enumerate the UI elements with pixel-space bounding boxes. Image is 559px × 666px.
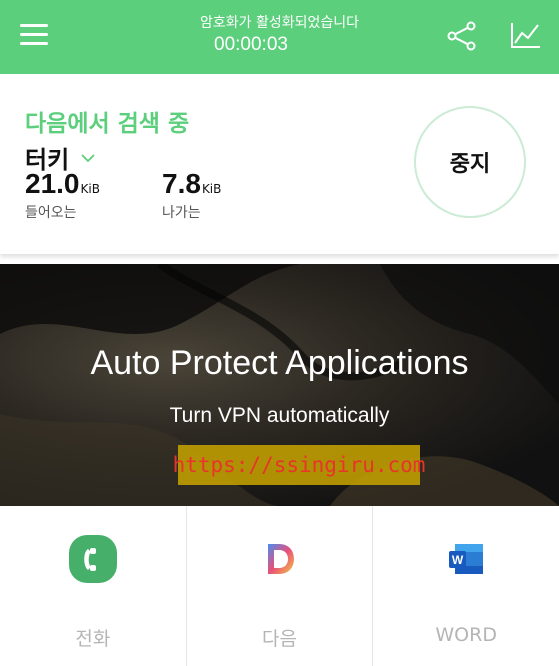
banner-title: Auto Protect Applications	[90, 344, 469, 382]
app-label-phone: 전화	[75, 628, 111, 650]
app-tile-word[interactable]: W WORD	[373, 506, 559, 666]
connection-timer: 00:00:03	[214, 34, 288, 55]
download-label: 들어오는	[25, 205, 77, 221]
app-list: 전화 다음 W WORD	[0, 506, 559, 666]
word-app-icon: W	[449, 544, 484, 574]
connection-panel: 다음에서 검색 중 터키 21.0KiB 들어오는 7.8KiB 나가는 중지	[0, 74, 559, 254]
svg-text:W: W	[452, 553, 464, 567]
app-tile-daum[interactable]: 다음	[187, 506, 374, 666]
upload-unit: KiB	[201, 182, 222, 196]
banner-subtitle: Turn VPN automatically	[169, 404, 390, 427]
app-label-word: WORD	[435, 624, 497, 646]
auto-protect-banner[interactable]: Auto Protect Applications Turn VPN autom…	[0, 264, 559, 506]
searching-label: 다음에서 검색 중	[25, 111, 190, 137]
download-unit: KiB	[80, 182, 100, 196]
share-icon[interactable]	[446, 21, 478, 51]
upload-label: 나가는	[162, 205, 201, 221]
download-stat: 21.0KiB 들어오는	[25, 168, 100, 222]
watermark: https://ssingiru.com	[173, 445, 425, 485]
stop-button[interactable]: 중지	[414, 106, 526, 218]
app-tile-phone[interactable]: 전화	[0, 506, 187, 666]
app-label-daum: 다음	[262, 628, 297, 650]
upload-value: 7.8	[162, 168, 201, 199]
app-header: 암호화가 활성화되었습니다 00:00:03	[0, 0, 559, 74]
upload-stat: 7.8KiB 나가는	[162, 168, 221, 222]
download-value: 21.0	[25, 168, 80, 199]
chevron-down-icon	[81, 153, 95, 162]
phone-app-icon	[68, 535, 117, 583]
daum-app-icon	[267, 544, 294, 574]
chart-icon[interactable]	[510, 21, 542, 49]
